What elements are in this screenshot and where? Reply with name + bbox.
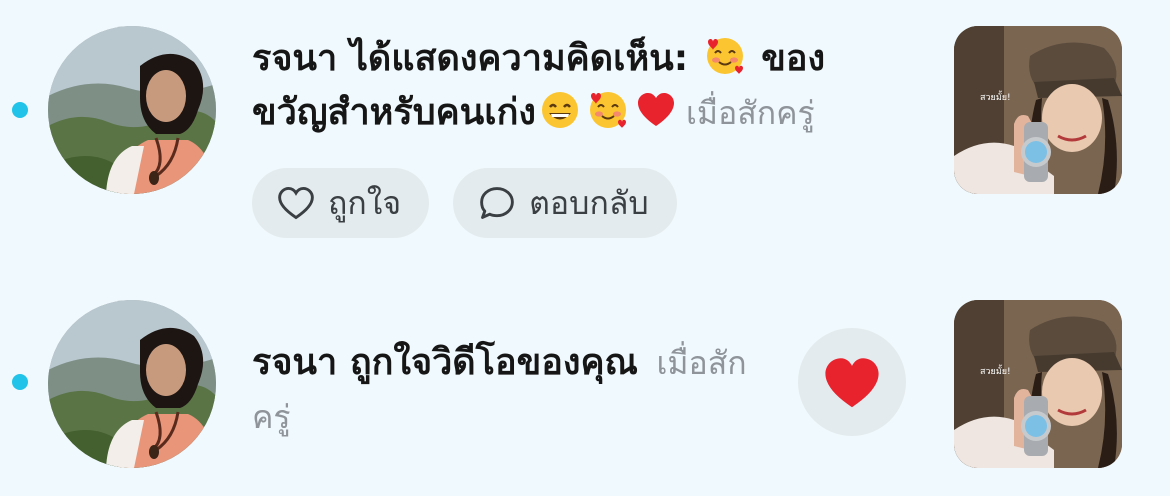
reply-button[interactable]: ตอบกลับ [453, 168, 677, 238]
notification-like[interactable]: รจนา ถูกใจวิดีโอของคุณ เมื่อสักครู่ สวยม… [0, 280, 1170, 496]
red-heart-icon [637, 93, 674, 126]
smiling-face-with-hearts-icon [706, 38, 743, 74]
notification-text: รจนา ได้แสดงความคิดเห็น: ของ ขวัญสำหรับค… [252, 32, 912, 140]
like-label: ถูกใจ [328, 183, 402, 222]
username[interactable]: รจนา [252, 38, 337, 79]
notification-comment[interactable]: รจนา ได้แสดงความคิดเห็น: ของ ขวัญสำหรับค… [0, 0, 1170, 260]
comment-bubble-icon [480, 187, 514, 219]
video-thumbnail[interactable]: สวยมั้ย! [954, 300, 1122, 468]
unread-indicator [12, 374, 28, 390]
smiling-face-with-hearts-icon [589, 92, 626, 128]
reply-label: ตอบกลับ [529, 183, 649, 222]
username[interactable]: รจนา [252, 342, 337, 383]
unread-indicator [12, 102, 28, 118]
action-text: ถูกใจวิดีโอของคุณ [349, 342, 638, 383]
thumbnail-caption: สวยมั้ย! [980, 367, 1011, 377]
red-heart-icon [825, 358, 879, 408]
notification-text: รจนา ถูกใจวิดีโอของคุณ เมื่อสักครู่ [252, 336, 752, 444]
comment-part-1: ของ [761, 38, 826, 79]
timestamp: เมื่อสักครู่ [685, 94, 815, 132]
heart-outline-icon [278, 186, 314, 220]
like-reaction-badge [798, 328, 906, 436]
avatar[interactable] [48, 26, 216, 194]
action-text: ได้แสดงความคิดเห็น: [349, 38, 689, 79]
thumbnail-caption: สวยมั้ย! [980, 93, 1011, 103]
comment-part-2: ขวัญสำหรับคนเก่ง [252, 92, 536, 133]
like-button[interactable]: ถูกใจ [252, 168, 430, 238]
video-thumbnail[interactable]: สวยมั้ย! [954, 26, 1122, 194]
grinning-face-icon [541, 92, 578, 128]
avatar[interactable] [48, 300, 216, 468]
comment-actions: ถูกใจ ตอบกลับ [252, 168, 677, 238]
